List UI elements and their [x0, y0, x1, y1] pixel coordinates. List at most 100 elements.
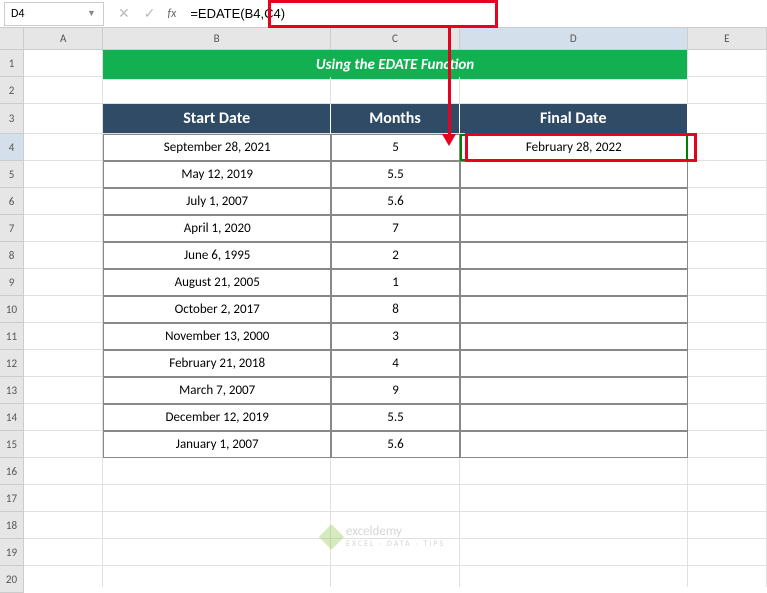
row-header-10[interactable]: 10 [0, 296, 24, 323]
row-header-16[interactable]: 16 [0, 458, 24, 485]
cell-C17[interactable] [331, 485, 460, 512]
cell-C15[interactable]: 5.6 [331, 431, 460, 458]
cell-E20[interactable] [688, 566, 767, 587]
cell-A5[interactable] [24, 161, 103, 188]
cell-A3[interactable] [24, 104, 103, 134]
cell-B8[interactable]: June 6, 1995 [103, 242, 331, 269]
row-header-4[interactable]: 4 [0, 134, 24, 161]
cell-C7[interactable]: 7 [331, 215, 460, 242]
cell-C8[interactable]: 2 [331, 242, 460, 269]
cell-E15[interactable] [688, 431, 767, 458]
row-header-15[interactable]: 15 [0, 431, 24, 458]
cell-D3[interactable]: Final Date [460, 104, 688, 134]
cell-A9[interactable] [24, 269, 103, 296]
cell-E6[interactable] [688, 188, 767, 215]
row-header-8[interactable]: 8 [0, 242, 24, 269]
cell-A10[interactable] [24, 296, 103, 323]
cell-D13[interactable] [460, 377, 688, 404]
row-header-2[interactable]: 2 [0, 77, 24, 104]
cell-B12[interactable]: February 21, 2018 [103, 350, 331, 377]
cell-E3[interactable] [688, 104, 767, 134]
cell-E5[interactable] [688, 161, 767, 188]
cell-D16[interactable] [460, 458, 688, 485]
cell-D20[interactable] [460, 566, 688, 587]
cell-C16[interactable] [331, 458, 460, 485]
cell-B9[interactable]: August 21, 2005 [103, 269, 331, 296]
cell-B2[interactable] [103, 77, 331, 104]
cell-D12[interactable] [460, 350, 688, 377]
cell-A14[interactable] [24, 404, 103, 431]
cell-B5[interactable]: May 12, 2019 [103, 161, 331, 188]
cell-A7[interactable] [24, 215, 103, 242]
cell-B19[interactable] [103, 539, 331, 566]
cancel-icon[interactable]: ✕ [118, 5, 130, 22]
cell-C3[interactable]: Months [331, 104, 460, 134]
row-header-17[interactable]: 17 [0, 485, 24, 512]
cell-C20[interactable] [331, 566, 460, 587]
cell-A17[interactable] [24, 485, 103, 512]
row-header-3[interactable]: 3 [0, 104, 24, 134]
row-header-13[interactable]: 13 [0, 377, 24, 404]
cell-A13[interactable] [24, 377, 103, 404]
cell-E11[interactable] [688, 323, 767, 350]
column-header-E[interactable]: E [688, 28, 767, 50]
cell-B10[interactable]: October 2, 2017 [103, 296, 331, 323]
cell-D5[interactable] [460, 161, 688, 188]
cell-A12[interactable] [24, 350, 103, 377]
cell-B16[interactable] [103, 458, 331, 485]
cell-D15[interactable] [460, 431, 688, 458]
cell-D9[interactable] [460, 269, 688, 296]
cell-A18[interactable] [24, 512, 103, 539]
cell-E8[interactable] [688, 242, 767, 269]
cell-A6[interactable] [24, 188, 103, 215]
cell-B15[interactable]: January 1, 2007 [103, 431, 331, 458]
cell-B7[interactable]: April 1, 2020 [103, 215, 331, 242]
cell-E12[interactable] [688, 350, 767, 377]
name-box[interactable]: D4 ▼ [4, 2, 104, 26]
cell-C4[interactable]: 5 [331, 134, 460, 161]
cell-D18[interactable] [460, 512, 688, 539]
cell-A15[interactable] [24, 431, 103, 458]
row-header-9[interactable]: 9 [0, 269, 24, 296]
cell-E14[interactable] [688, 404, 767, 431]
cell-E7[interactable] [688, 215, 767, 242]
row-header-5[interactable]: 5 [0, 161, 24, 188]
cell-C6[interactable]: 5.6 [331, 188, 460, 215]
cell-D6[interactable] [460, 188, 688, 215]
cell-B6[interactable]: July 1, 2007 [103, 188, 331, 215]
cell-C11[interactable]: 3 [331, 323, 460, 350]
cell-B11[interactable]: November 13, 2000 [103, 323, 331, 350]
cell-E19[interactable] [688, 539, 767, 566]
cell-A8[interactable] [24, 242, 103, 269]
cell-A4[interactable] [24, 134, 103, 161]
cell-C5[interactable]: 5.5 [331, 161, 460, 188]
cell-E16[interactable] [688, 458, 767, 485]
row-header-12[interactable]: 12 [0, 350, 24, 377]
cell-C10[interactable]: 8 [331, 296, 460, 323]
select-all-corner[interactable] [0, 28, 24, 50]
cell-D19[interactable] [460, 539, 688, 566]
cell-D4[interactable]: February 28, 2022 [460, 134, 688, 161]
cell-C14[interactable]: 5.5 [331, 404, 460, 431]
column-header-D[interactable]: D [460, 28, 688, 50]
cell-E10[interactable] [688, 296, 767, 323]
row-header-14[interactable]: 14 [0, 404, 24, 431]
row-header-19[interactable]: 19 [0, 539, 24, 566]
row-header-20[interactable]: 20 [0, 566, 24, 593]
cell-A20[interactable] [24, 566, 103, 587]
cell-D11[interactable] [460, 323, 688, 350]
cell-E13[interactable] [688, 377, 767, 404]
cell-E2[interactable] [688, 77, 767, 104]
cell-C2[interactable] [331, 77, 460, 104]
row-header-18[interactable]: 18 [0, 512, 24, 539]
cell-E18[interactable] [688, 512, 767, 539]
row-header-11[interactable]: 11 [0, 323, 24, 350]
cell-B13[interactable]: March 7, 2007 [103, 377, 331, 404]
cell-C9[interactable]: 1 [331, 269, 460, 296]
cell-D2[interactable] [460, 77, 688, 104]
column-header-C[interactable]: C [331, 28, 460, 50]
cell-D8[interactable] [460, 242, 688, 269]
cell-A11[interactable] [24, 323, 103, 350]
cell-B3[interactable]: Start Date [103, 104, 331, 134]
cell-C12[interactable]: 4 [331, 350, 460, 377]
